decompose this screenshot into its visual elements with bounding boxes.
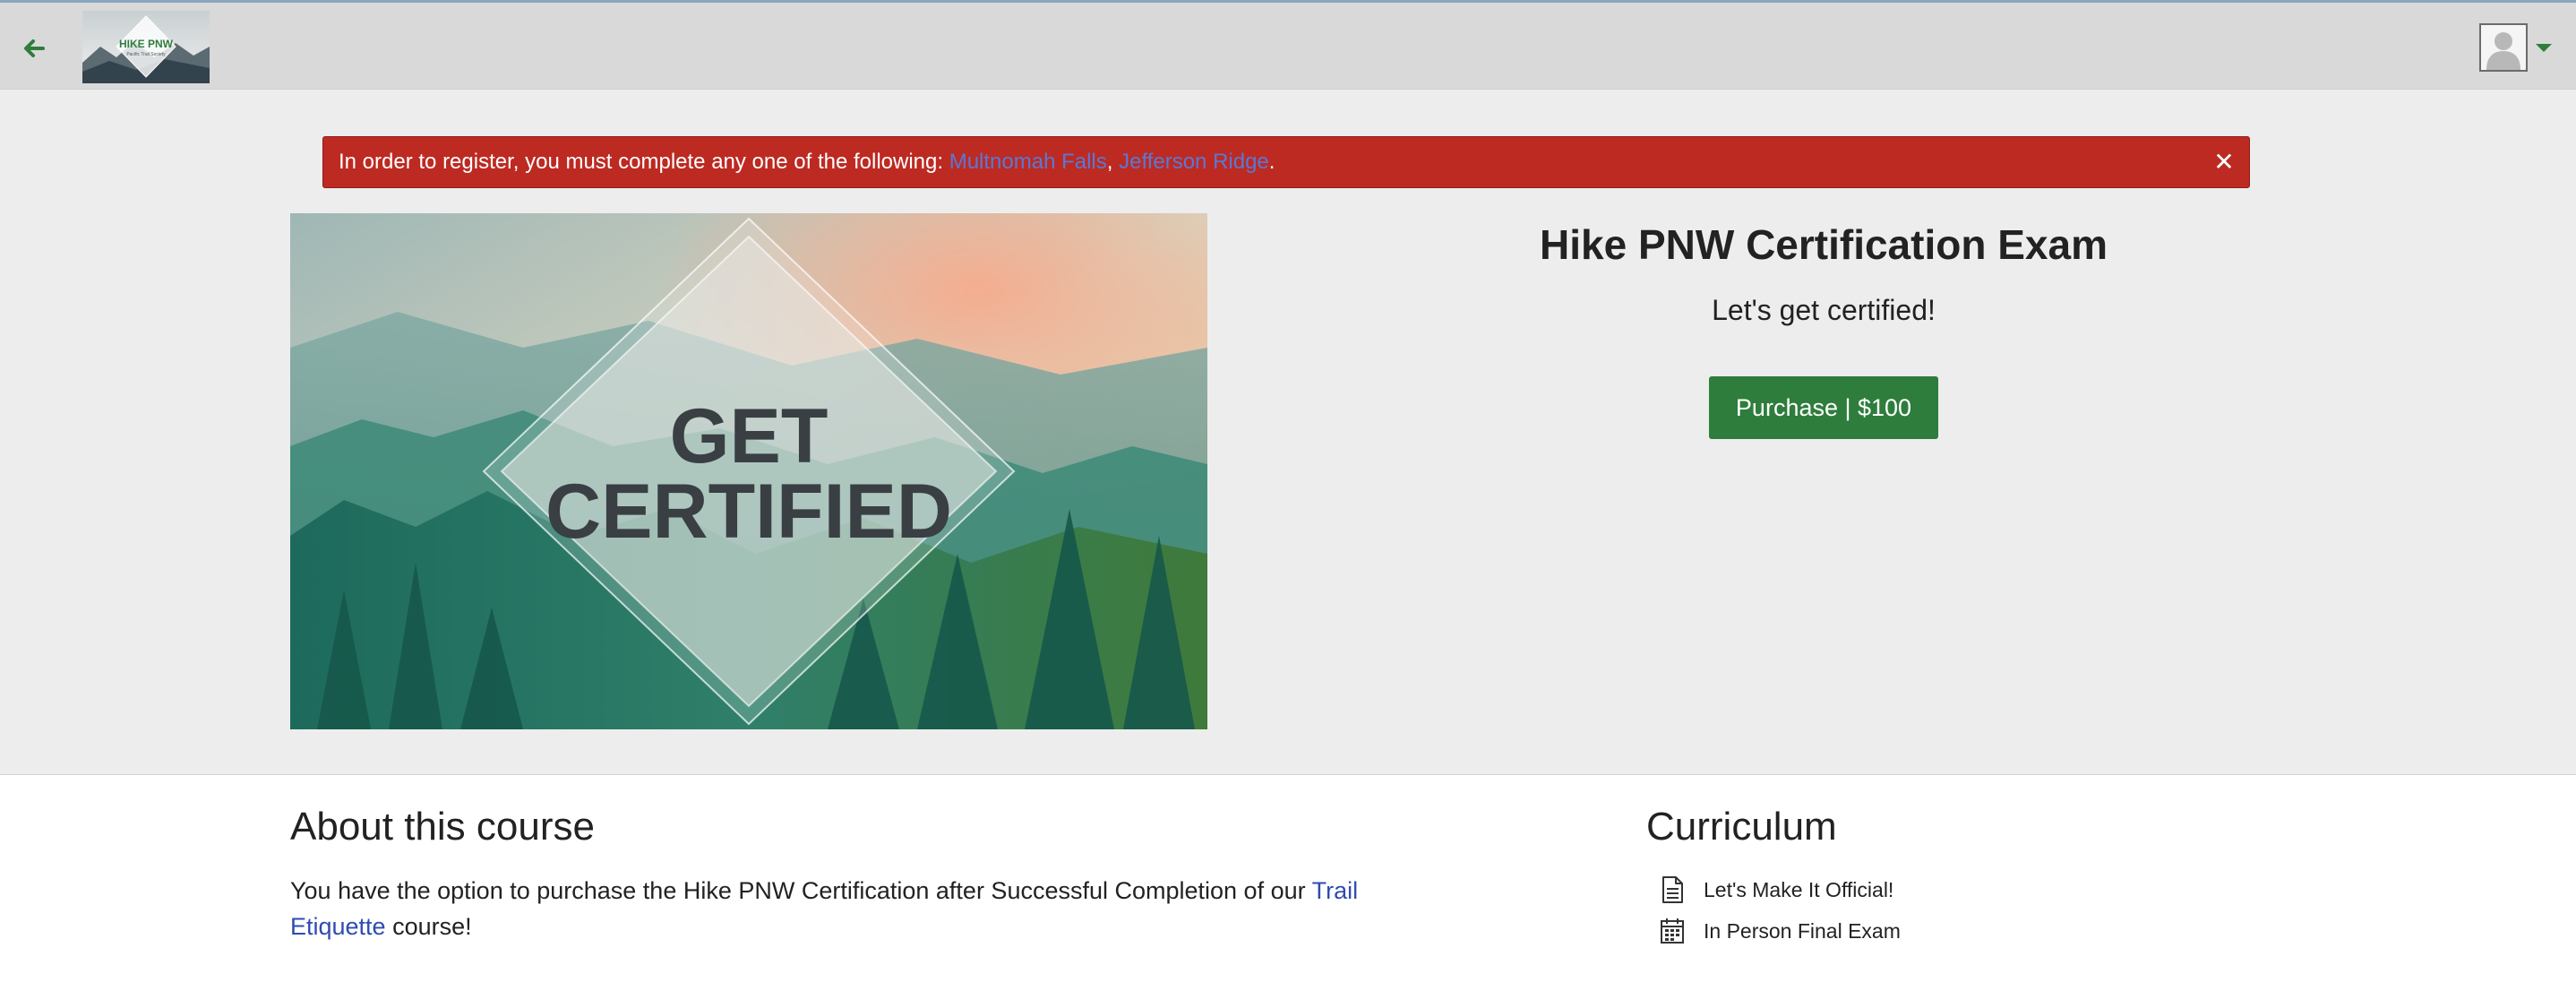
- curriculum-item-label: Let's Make It Official!: [1704, 877, 1894, 901]
- curriculum-item-label: In Person Final Exam: [1704, 918, 1901, 943]
- course-image: GET CERTIFIED: [290, 213, 1207, 729]
- course-subtitle: Let's get certified!: [1712, 294, 1936, 326]
- about-heading: About this course: [290, 805, 595, 849]
- about-text: You have the option to purchase the Hike…: [290, 873, 1419, 944]
- alert-end: .: [1268, 150, 1275, 174]
- user-menu-toggle[interactable]: [2534, 39, 2554, 56]
- calendar-icon: [1661, 918, 1684, 944]
- alert-message: In order to register, you must complete …: [339, 150, 949, 174]
- curriculum-item[interactable]: In Person Final Exam: [1659, 910, 2375, 952]
- requirement-link-1[interactable]: Multnomah Falls: [949, 150, 1107, 174]
- logo-tagline: Pacific Trail Society: [126, 52, 166, 57]
- registration-alert: In order to register, you must complete …: [322, 136, 2250, 188]
- logo-text: HIKE PNW: [119, 38, 174, 50]
- arrow-left-icon: [24, 39, 45, 57]
- site-logo[interactable]: HIKE PNW Pacific Trail Society: [82, 11, 210, 83]
- alert-close-button[interactable]: ✕: [2208, 137, 2240, 187]
- purchase-button[interactable]: Purchase | $100: [1709, 376, 1938, 439]
- caret-down-icon: [2536, 44, 2552, 52]
- curriculum-item[interactable]: Let's Make It Official!: [1659, 869, 2375, 910]
- user-icon: [2481, 25, 2526, 70]
- curriculum-list: Let's Make It Official! In Person Final …: [1659, 869, 2375, 952]
- course-hero: In order to register, you must complete …: [0, 90, 2576, 775]
- requirement-link-2[interactable]: Jefferson Ridge: [1119, 150, 1269, 174]
- about-text-after: course!: [385, 913, 472, 940]
- about-text-before: You have the option to purchase the Hike…: [290, 877, 1312, 904]
- back-button[interactable]: [20, 35, 47, 62]
- course-title: Hike PNW Certification Exam: [1540, 221, 2108, 268]
- alert-separator: ,: [1106, 150, 1120, 174]
- image-text-line1: GET: [670, 393, 829, 479]
- image-text-line2: CERTIFIED: [545, 469, 952, 555]
- user-avatar-button[interactable]: [2479, 23, 2528, 72]
- document-icon: [1662, 876, 1683, 903]
- curriculum-heading: Curriculum: [1646, 805, 1837, 849]
- top-header: HIKE PNW Pacific Trail Society: [0, 3, 2576, 90]
